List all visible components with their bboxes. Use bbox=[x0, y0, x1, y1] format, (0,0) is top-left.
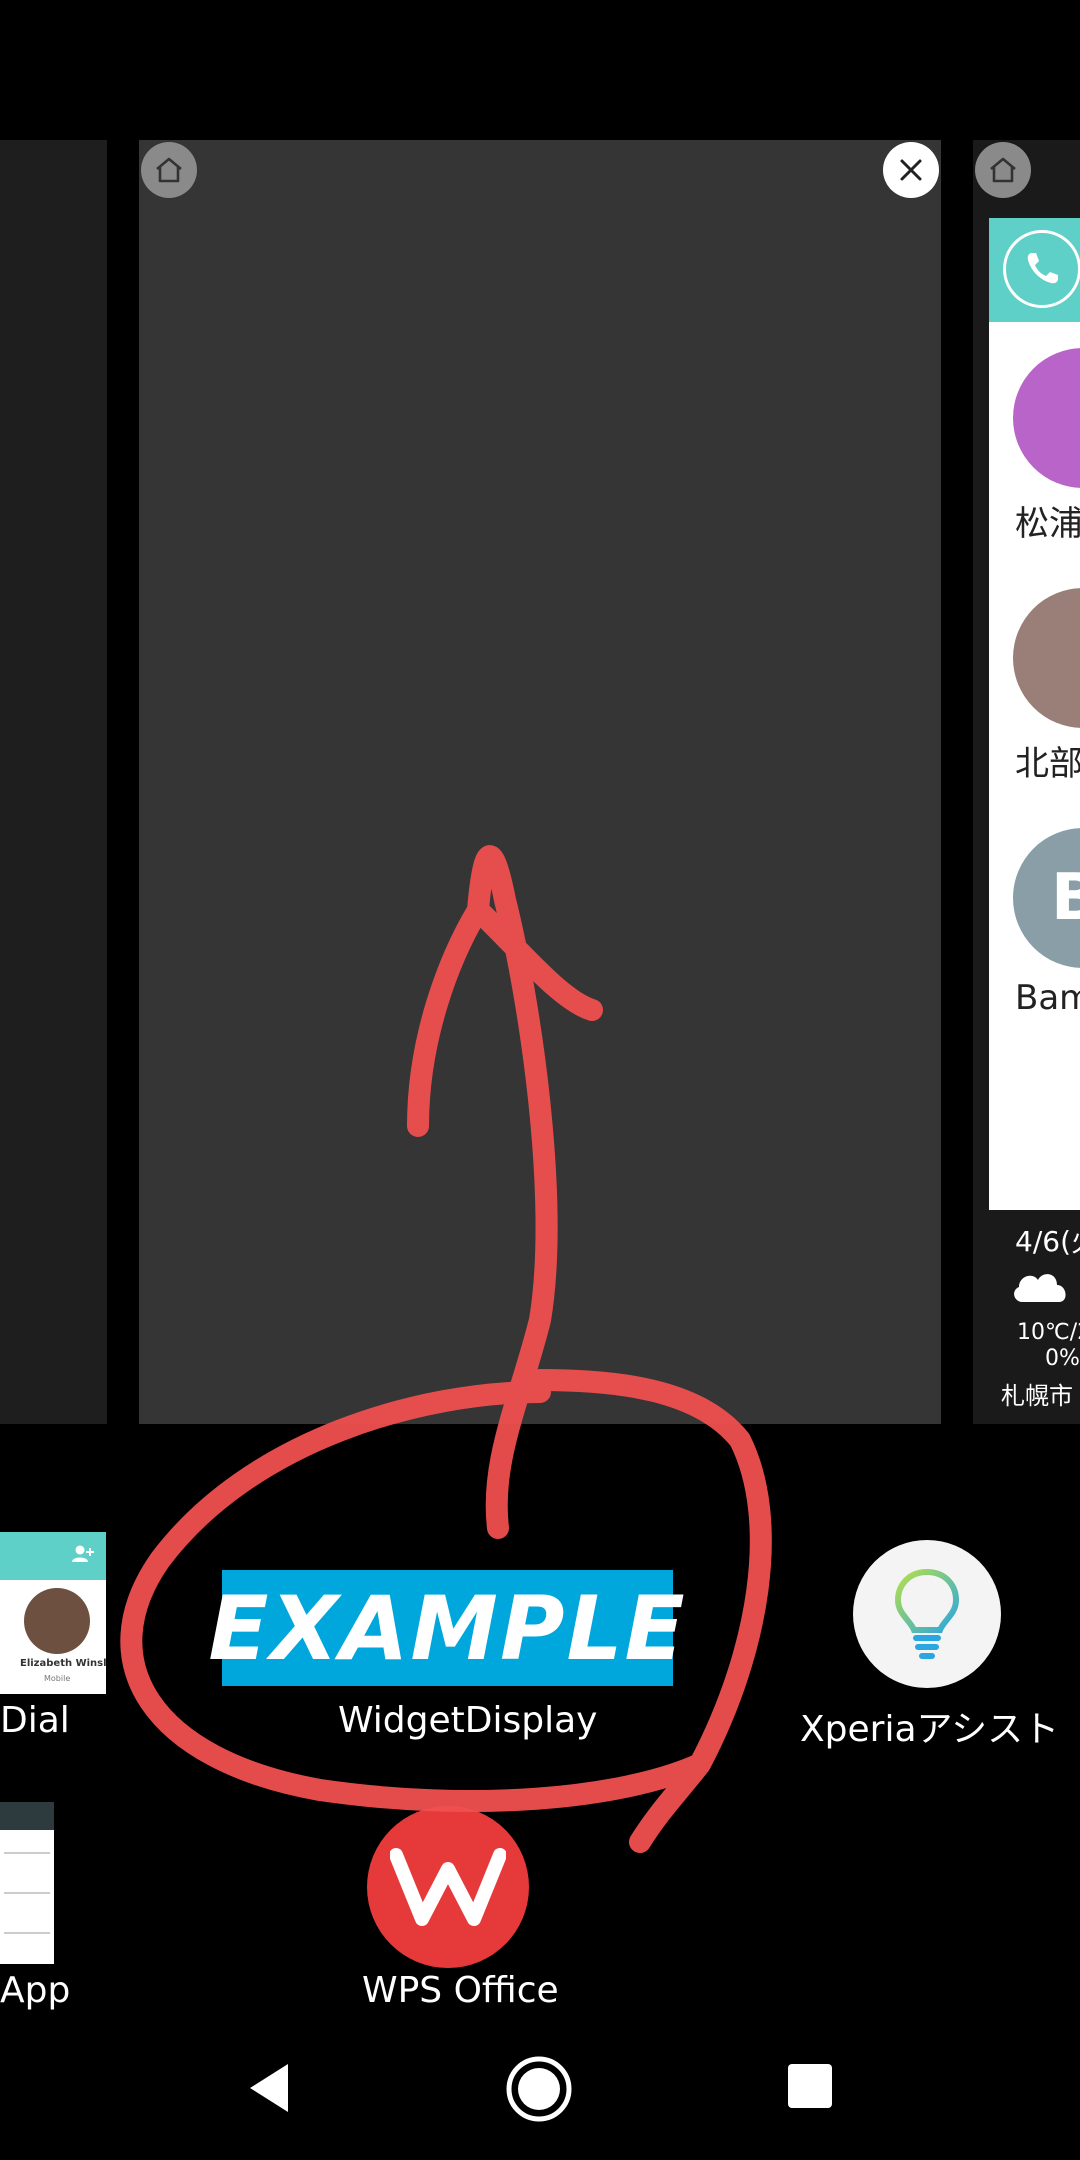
annotation-overlay bbox=[120, 845, 772, 1853]
nav-recents-icon[interactable] bbox=[786, 2062, 834, 2110]
nav-home-icon[interactable] bbox=[505, 2055, 573, 2123]
nav-back-icon[interactable] bbox=[244, 2060, 294, 2116]
